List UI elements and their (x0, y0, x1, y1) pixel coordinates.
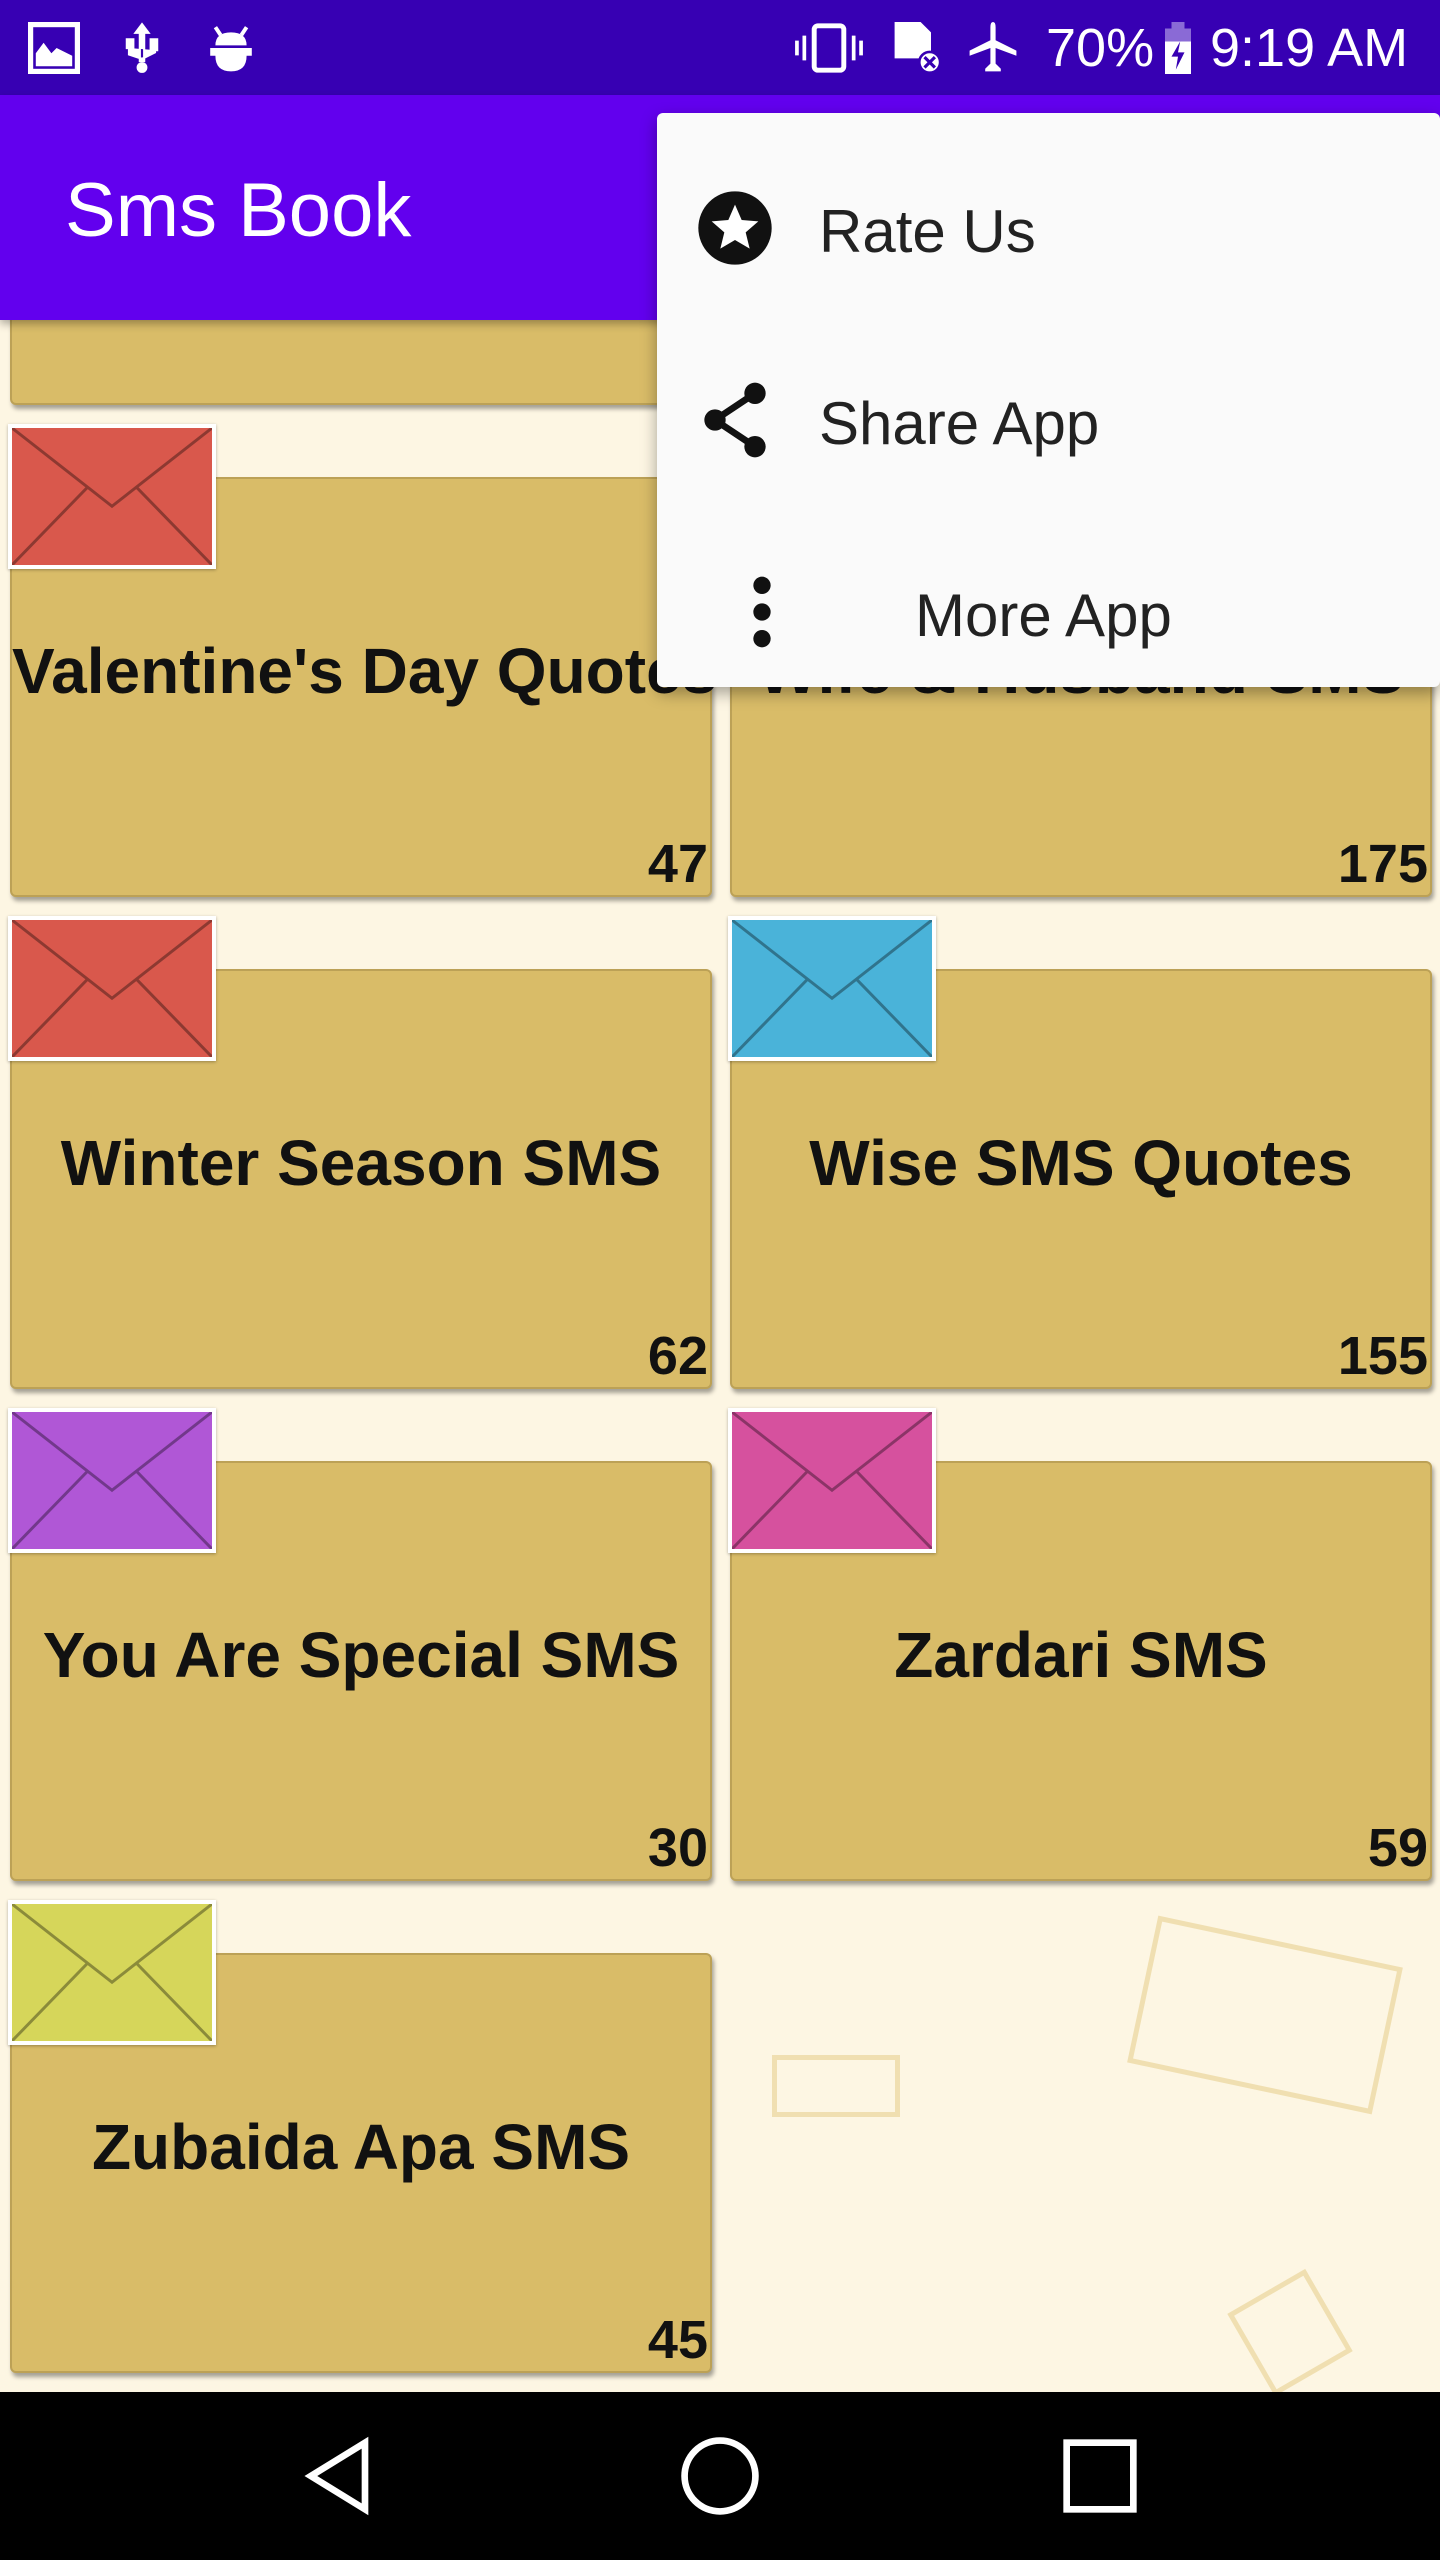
menu-item-more-app[interactable]: More App (657, 517, 1440, 707)
message-count: 47 (647, 834, 708, 894)
envelope-icon (728, 1408, 936, 1553)
message-count: 175 (1337, 834, 1428, 894)
envelope-icon (8, 916, 216, 1061)
category-card[interactable] (10, 320, 712, 405)
message-count: 155 (1337, 1326, 1428, 1386)
category-name: You Are Special SMS (42, 1619, 680, 1691)
battery-charging-icon (1165, 22, 1191, 74)
app-title: Sms Book (65, 168, 412, 253)
vibrate-icon (795, 23, 863, 73)
category-name: Winter Season SMS (60, 1127, 662, 1199)
background-envelope-decoration (1227, 2268, 1353, 2392)
usb-icon (125, 22, 159, 73)
envelope-icon (8, 424, 216, 569)
message-count: 45 (647, 2310, 708, 2370)
no-sim-icon (894, 22, 942, 74)
menu-item-rate-us[interactable]: Rate Us (657, 133, 1440, 323)
category-name: Zubaida Apa SMS (91, 2111, 631, 2183)
battery-percent: 70% (1046, 18, 1155, 78)
category-name: Zardari SMS (894, 1619, 1268, 1691)
android-debug-icon (210, 26, 252, 72)
more-vert-icon (753, 576, 771, 648)
navigation-bar (0, 2392, 1440, 2560)
menu-item-share-app[interactable]: Share App (657, 325, 1440, 515)
recents-icon[interactable] (1050, 2426, 1150, 2526)
envelope-icon (8, 1408, 216, 1553)
menu-item-label: More App (915, 582, 1172, 649)
category-name: Wise SMS Quotes (809, 1127, 1353, 1199)
status-bar: 70% 9:19 AM (0, 0, 1440, 95)
menu-item-label: Share App (819, 390, 1100, 457)
overflow-menu: Rate Us Share App More App (657, 113, 1440, 687)
category-name: Valentine's Day Quotes (12, 635, 718, 707)
envelope-icon (8, 1900, 216, 2045)
home-icon[interactable] (670, 2426, 770, 2526)
menu-item-label: Rate Us (819, 198, 1036, 265)
message-count: 62 (647, 1326, 708, 1386)
clock: 9:19 AM (1210, 18, 1409, 78)
background-envelope-decoration (772, 2055, 900, 2117)
back-icon[interactable] (290, 2426, 390, 2526)
message-count: 30 (647, 1818, 708, 1878)
image-icon (28, 22, 80, 74)
star-circle-icon (698, 191, 772, 265)
share-icon (704, 382, 766, 458)
background-envelope-decoration (1127, 1915, 1403, 2115)
message-count: 59 (1367, 1818, 1428, 1878)
airplane-icon (969, 22, 1017, 72)
envelope-icon (728, 916, 936, 1061)
